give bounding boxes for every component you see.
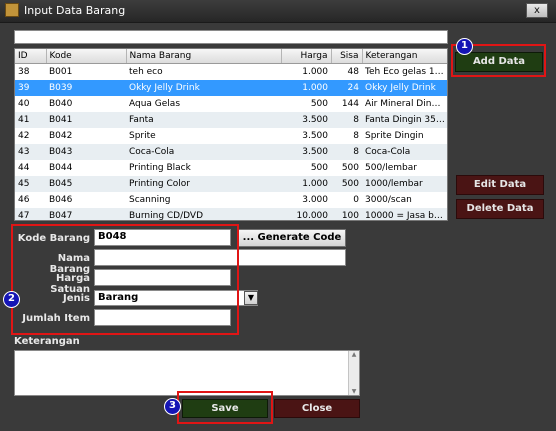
column-header-kode[interactable]: Kode [46,49,127,64]
generate-code-button[interactable]: ... Generate Code ... [238,229,346,259]
table-cell: 47 [15,208,46,220]
table-cell: 3.500 [302,131,328,141]
table-cell: B044 [49,163,73,173]
table-cell: B041 [46,112,126,128]
column-header-harga[interactable]: Harga [281,49,332,64]
scroll-down-arrow-icon[interactable]: ▼ [349,388,359,395]
table-cell: Air Mineral Dingin [365,99,446,109]
textarea-scrollbar[interactable]: ▲ ▼ [348,351,359,395]
table-cell: Aqua Gelas [129,99,181,109]
table-row[interactable]: 40 B040 Aqua Gelas 500 144 Air Mineral Dingin [15,96,447,112]
table-cell: Fanta Dingin 3500 [362,112,447,128]
table-cell: B047 [46,208,126,220]
table-cell: 1.000 [302,67,328,77]
table-row[interactable]: 38 B001 teh eco 1.000 48 Teh Eco gelas 1000 [15,64,448,81]
table-cell: 1000/lembar [362,176,447,192]
table-cell: 8 [331,144,362,160]
table-cell: 3.500 [281,112,331,128]
column-header-nama-barang[interactable]: Nama Barang [126,49,282,64]
table-cell: 1.000 [281,176,331,192]
table-row[interactable]: 44 B044 Printing Black 500 500 500/lembar [15,160,447,176]
table-cell: B040 [49,99,73,109]
table-cell: 144 [341,99,359,109]
table-cell: 500 [310,99,328,109]
table-row[interactable]: 42 B042 Sprite 3.500 8 Sprite Dingin [15,128,447,144]
title-bar: Input Data Barang x [0,0,556,23]
table-cell: 100 [331,208,362,220]
table-cell: 43 [15,144,46,160]
table-cell: 40 [18,99,30,109]
column-header-id[interactable]: ID [15,49,47,64]
scroll-up-arrow-icon[interactable]: ▲ [349,351,359,358]
table-row[interactable]: 45 B045 Printing Color 1.000 500 1000/lembar [15,176,447,192]
table-cell: B046 [49,195,73,205]
grid-header: ID Kode Nama Barang Harga Sisa Keteranga… [15,49,447,64]
table-cell: 45 [15,176,46,192]
table-cell: B042 [49,131,73,141]
keterangan-textarea[interactable]: ▲ ▼ [14,350,360,396]
table-cell: 10000 = Jasa burning [362,208,447,220]
table-cell: Coca-Cola [362,144,447,160]
table-cell: teh eco [129,67,163,77]
table-cell: Teh Eco gelas 1000 [365,67,448,77]
table-row[interactable]: 43 B043 Coca-Cola 3.500 8 Coca-Cola [15,144,447,160]
table-cell: 1.000 [281,80,331,96]
table-cell: Sprite Dingin [365,131,424,141]
table-cell: 44 [18,163,30,173]
table-row[interactable]: 47 B047 Burning CD/DVD 10.000 100 10000 = Jas… [15,208,447,220]
table-cell: 24 [331,80,362,96]
table-row[interactable]: 46 B046 Scanning 3.000 0 3000/scan [15,192,447,208]
table-cell: Okky Jelly Drink [126,80,281,96]
keterangan-label: Keterangan [14,336,80,347]
table-cell: 39 [15,80,46,96]
table-cell: 41 [15,112,46,128]
dropdown-arrow-icon[interactable]: ▼ [244,291,258,305]
table-cell: 3.000 [302,195,328,205]
table-cell: 38 [18,67,30,77]
table-cell: Coca-Cola [126,144,281,160]
table-cell: 0 [353,195,359,205]
table-cell: 8 [331,112,362,128]
table-cell: B045 [46,176,126,192]
table-cell: Burning CD/DVD [126,208,281,220]
table-cell: 42 [18,131,30,141]
close-button[interactable]: Close [274,399,360,418]
table-cell: 500 [310,163,328,173]
table-cell: Printing Color [126,176,281,192]
table-cell: 3.500 [281,144,331,160]
highlight-save [177,391,273,424]
annotation-badge-3: 3 [164,398,181,415]
table-cell: Okky Jelly Drink [362,80,447,96]
table-row[interactable]: 41 B041 Fanta 3.500 8 Fanta Dingin 3500 [15,112,447,128]
table-row[interactable]: 39 B039 Okky Jelly Drink 1.000 24 Okky Jelly … [15,80,447,96]
table-cell: 10.000 [281,208,331,220]
table-cell: Scanning [129,195,171,205]
table-cell: B039 [46,80,126,96]
table-cell: Fanta [126,112,281,128]
table-cell: B043 [46,144,126,160]
window-close-button[interactable]: x [526,3,548,18]
table-cell: 500 [331,176,362,192]
highlight-form-fields [11,224,239,335]
column-header-sisa[interactable]: Sisa [331,49,363,64]
edit-data-button[interactable]: Edit Data [456,175,544,195]
table-cell: Printing Black [129,163,191,173]
table-cell: Sprite [129,131,156,141]
table-cell: 500 [341,163,359,173]
delete-data-button[interactable]: Delete Data [456,199,544,219]
table-cell: 46 [18,195,30,205]
window-title: Input Data Barang [24,4,126,17]
app-icon [5,3,19,17]
annotation-badge-1: 1 [456,38,473,55]
table-cell: B001 [49,67,73,77]
table-cell: 3000/scan [365,195,412,205]
filter-input[interactable] [14,30,448,44]
column-header-keterangan[interactable]: Keterangan [362,49,447,64]
annotation-badge-2: 2 [3,291,20,308]
table-cell: 8 [353,131,359,141]
table-cell: 48 [347,67,359,77]
table-cell: 500/lembar [365,163,417,173]
data-grid[interactable]: ID Kode Nama Barang Harga Sisa Keteranga… [14,48,448,221]
